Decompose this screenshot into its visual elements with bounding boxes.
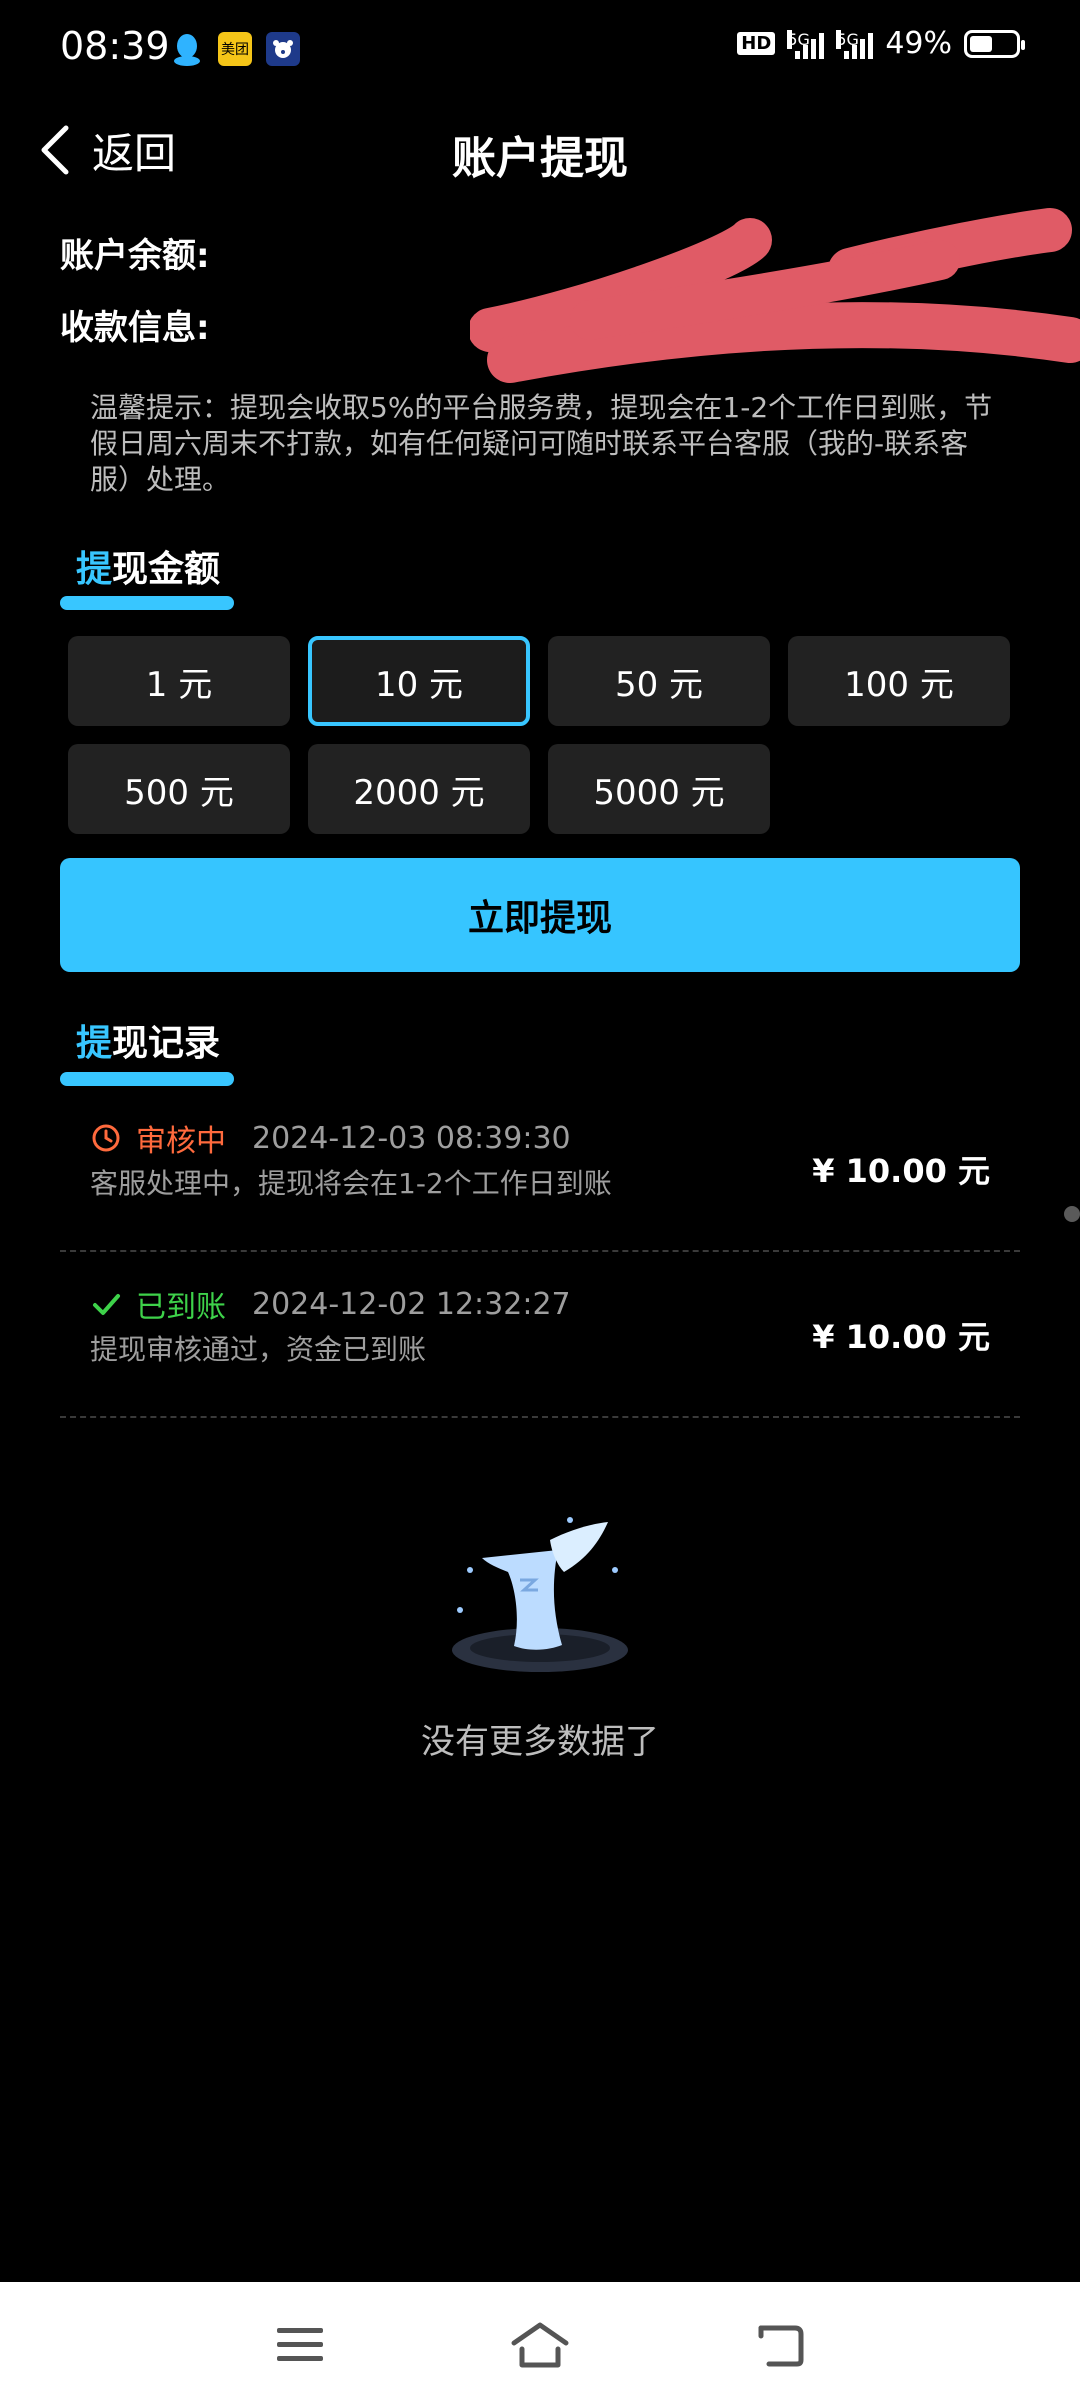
home-icon: [511, 2322, 569, 2368]
clock-icon: [92, 1124, 120, 1152]
empty-paper-quill-icon: [452, 1517, 628, 1672]
balance-label: 账户余额:: [60, 236, 210, 276]
withdraw-amount-title: 提现金额: [76, 540, 220, 592]
withdraw-amount-underline: [60, 596, 234, 610]
withdraw-now-button[interactable]: 立即提现: [60, 858, 1020, 972]
tip-text: 温馨提示：提现会收取5%的平台服务费，提现会在1-2个工作日到账，节假日周六周末…: [90, 391, 993, 496]
record-status-line: 已到账 2024-12-02 12:32:27: [90, 1282, 571, 1326]
record-status: 已到账: [136, 1290, 226, 1325]
record-status-line: 审核中 2024-12-03 08:39:30: [90, 1116, 571, 1160]
record-item[interactable]: 审核中 2024-12-03 08:39:30 客服处理中，提现将会在1-2个工…: [60, 1092, 1020, 1252]
qq-icon: [170, 32, 204, 66]
menu-button[interactable]: [270, 2315, 330, 2375]
amount-option-500[interactable]: 500 元: [68, 744, 290, 834]
record-amount: ¥ 10.00 元: [812, 1152, 990, 1190]
status-right: HD 5G 5G 49%: [737, 26, 1025, 61]
meituan-icon: 美团: [218, 32, 252, 66]
amount-option-100[interactable]: 100 元: [788, 636, 1010, 726]
records-title-rest: 现记录: [112, 1023, 221, 1064]
amount-option-50[interactable]: 50 元: [548, 636, 770, 726]
menu-icon: [277, 2328, 323, 2361]
withdraw-records-title: 提现记录: [76, 1014, 220, 1066]
return-icon: [758, 2325, 804, 2367]
title-accent: 提: [76, 549, 113, 590]
battery-fill: [970, 35, 992, 52]
record-amount: ¥ 10.00 元: [812, 1318, 990, 1356]
amount-option-10[interactable]: 10 元: [308, 636, 530, 726]
record-description: 客服处理中，提现将会在1-2个工作日到账: [90, 1167, 612, 1200]
page-title: 账户提现: [452, 133, 628, 184]
battery-icon: [964, 29, 1025, 58]
record-description: 提现审核通过，资金已到账: [90, 1333, 427, 1366]
record-datetime: 2024-12-03 08:39:30: [252, 1120, 571, 1156]
withdraw-records-underline: [60, 1072, 234, 1086]
status-time: 08:39: [60, 24, 170, 68]
hd-badge: HD: [737, 32, 776, 55]
signal-icon-1: 5G: [787, 29, 825, 59]
status-bar: 08:39 美团 HD 5G 5G 49%: [0, 0, 1080, 100]
battery-percent: 49%: [885, 26, 952, 61]
system-nav-bar: [0, 2282, 1080, 2408]
withdraw-screen: 08:39 美团 HD 5G 5G 49% 返回 账户提现 账户余额: 收款信息…: [0, 0, 1080, 2408]
home-button[interactable]: [510, 2315, 570, 2375]
signal-icon-2: 5G: [836, 29, 874, 59]
amount-option-5000[interactable]: 5000 元: [548, 744, 770, 834]
amount-grid: 1 元 10 元 50 元 100 元 500 元 2000 元 5000 元: [68, 636, 1012, 834]
record-datetime: 2024-12-02 12:32:27: [252, 1286, 571, 1322]
record-item[interactable]: 已到账 2024-12-02 12:32:27 提现审核通过，资金已到账 ¥ 1…: [60, 1258, 1020, 1418]
amount-option-1[interactable]: 1 元: [68, 636, 290, 726]
amount-option-2000[interactable]: 2000 元: [308, 744, 530, 834]
bear-app-icon: [266, 32, 300, 66]
title-rest: 现金额: [112, 549, 221, 590]
back-nav-button[interactable]: [750, 2315, 810, 2375]
scroll-indicator: [1064, 1206, 1080, 1222]
header: 返回 账户提现: [0, 100, 1080, 200]
check-icon: [93, 1294, 120, 1315]
empty-text: 没有更多数据了: [421, 1722, 659, 1762]
record-status: 审核中: [136, 1124, 226, 1159]
notification-icons: 美团: [170, 32, 300, 66]
redaction-scribble: [470, 208, 1080, 383]
meituan-label: 美团: [221, 42, 249, 58]
records-title-accent: 提: [76, 1023, 113, 1064]
receive-info-label: 收款信息:: [60, 308, 210, 348]
